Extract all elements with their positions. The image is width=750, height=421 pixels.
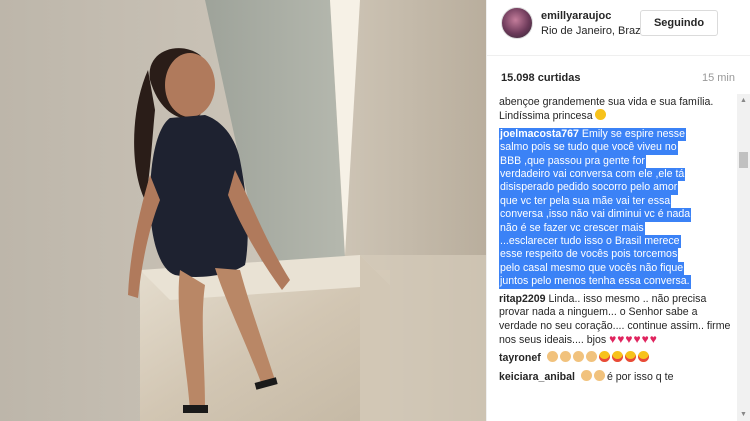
- heart-eyes-emoji-icon: [598, 351, 610, 363]
- following-button[interactable]: Seguindo: [640, 10, 718, 36]
- heart-eyes-emoji-icon: [624, 351, 636, 363]
- comment-line: disisperado pedido socorro pelo amor: [499, 181, 679, 195]
- clap-emoji-icon: [559, 351, 571, 363]
- clap-emoji-icon: [572, 351, 584, 363]
- comment: tayronef: [499, 351, 731, 365]
- comment-line: BBB ,que passou pra gente for: [499, 154, 646, 169]
- comment-line: conversa ,isso não vai diminui vc é nada: [499, 208, 692, 222]
- avatar[interactable]: [501, 7, 533, 39]
- heart-emoji-icons: ♥♥♥♥♥♥: [609, 331, 658, 346]
- heart-eyes-emoji-icon: [611, 351, 623, 363]
- post-stats: 15.098 curtidas 15 min: [501, 72, 735, 88]
- comment: ritap2209 Linda.. isso mesmo .. não preci…: [499, 293, 731, 348]
- comment-highlighted: joelmacosta767 Emily se espire nesse salm…: [499, 127, 731, 289]
- heart-eyes-emoji-icon: [637, 351, 649, 363]
- wink-emoji-icon: [594, 109, 606, 121]
- post-location[interactable]: Rio de Janeiro, Brazil: [541, 25, 646, 37]
- clap-emoji-icon: [593, 369, 605, 381]
- comment-username[interactable]: joelmacosta767: [500, 128, 579, 140]
- comment-line: salmo pois se tudo que você viveu no: [499, 141, 678, 155]
- clap-emoji-icon: [546, 351, 558, 363]
- post-details-panel: emillyaraujoc Rio de Janeiro, Brazil Seg…: [486, 0, 750, 421]
- clap-emoji-icon: [580, 369, 592, 381]
- comment: abençoe grandemente sua vida e sua famíl…: [499, 96, 731, 124]
- comments-list: abençoe grandemente sua vida e sua famíl…: [499, 96, 731, 421]
- comment-line: ...esclarecer tudo isso o Brasil merece: [499, 235, 681, 249]
- post-photo[interactable]: [0, 0, 486, 421]
- comment-line: juntos pelo menos tenha essa conversa.: [499, 275, 691, 289]
- scroll-up-arrow-icon[interactable]: ▲: [737, 94, 750, 107]
- comment: keiciara_anibal é por isso q te: [499, 369, 731, 384]
- comment-line: pelo casal mesmo que vocês não fique: [499, 261, 685, 276]
- post-time: 15 min: [701, 72, 735, 84]
- post-username[interactable]: emillyaraujoc: [541, 10, 611, 22]
- post-header: emillyaraujoc Rio de Janeiro, Brazil Seg…: [487, 0, 750, 56]
- scroll-down-arrow-icon[interactable]: ▼: [737, 408, 750, 421]
- clap-emoji-icon: [585, 351, 597, 363]
- photo-illustration: [0, 0, 486, 421]
- comment-text: abençoe grandemente sua vida e sua famíl…: [499, 96, 714, 123]
- comment-username[interactable]: tayronef: [499, 352, 541, 364]
- comment-line: esse respeito de vocês pois torcemos: [499, 248, 679, 262]
- comment-line: Emily se espire nesse: [581, 127, 685, 140]
- scroll-thumb[interactable]: [739, 152, 748, 168]
- comment-text: é por isso q te: [606, 370, 674, 383]
- comment-line: que vc ter pela sua mãe vai ter essa: [499, 194, 672, 209]
- comment-username[interactable]: keiciara_anibal: [499, 371, 575, 383]
- comments-scrollbar[interactable]: ▲ ▼: [737, 94, 750, 421]
- comment-line: verdadeiro vai conversa com ele ,ele tá: [499, 168, 686, 182]
- likes-count[interactable]: 15.098 curtidas: [501, 72, 581, 84]
- comment-line: não é se fazer vc crescer mais: [499, 221, 645, 236]
- comment-username[interactable]: ritap2209: [499, 293, 546, 305]
